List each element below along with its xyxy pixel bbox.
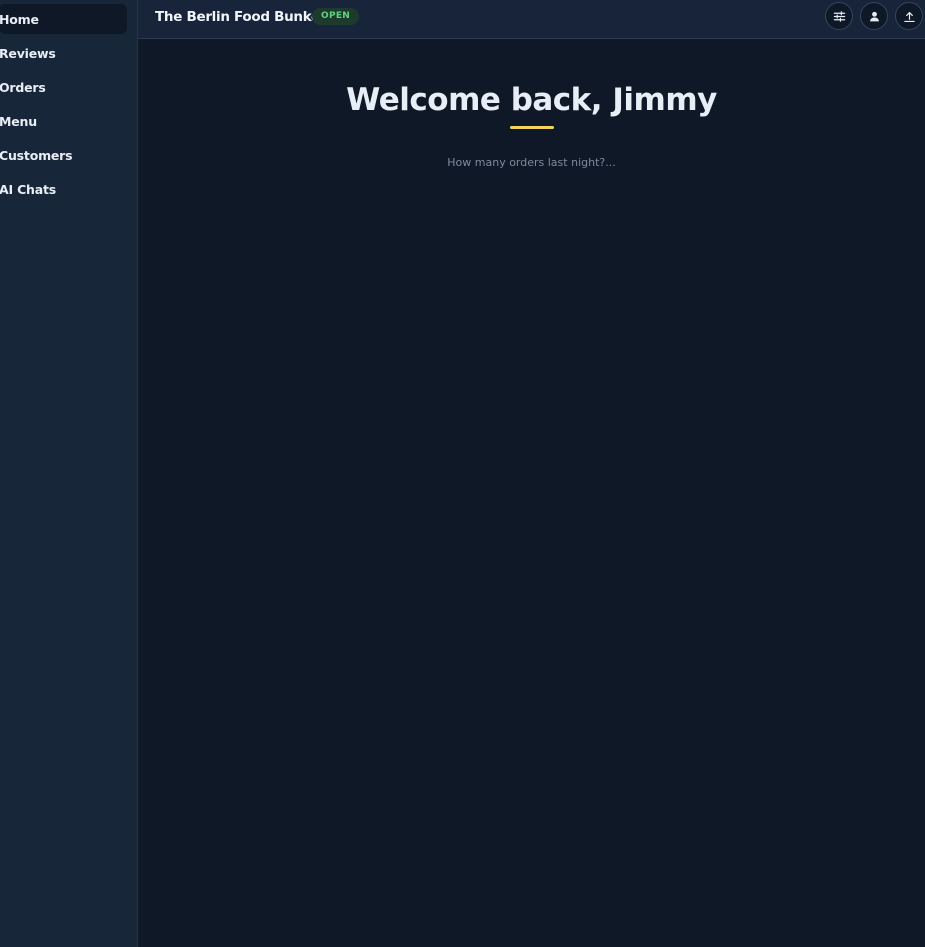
restaurant-name: The Berlin Food Bunker: [155, 9, 327, 25]
upload-icon: [903, 10, 916, 23]
welcome-section: Welcome back, Jimmy: [138, 80, 925, 170]
top-actions: [825, 2, 923, 30]
sidebar-item-menu[interactable]: Menu: [0, 106, 127, 136]
profile-button[interactable]: [860, 2, 888, 30]
user-icon: [868, 10, 881, 23]
app-window: Home Reviews Orders Menu Customers AI Ch…: [0, 0, 925, 947]
sidebar-item-ai-chats[interactable]: AI Chats: [0, 174, 127, 204]
sliders-icon: [833, 10, 846, 23]
sidebar-item-reviews[interactable]: Reviews: [0, 38, 127, 68]
filter-settings-button[interactable]: [825, 2, 853, 30]
main-content: The Berlin Food Bunker OPEN Welcome back…: [138, 0, 925, 947]
upload-button[interactable]: [895, 2, 923, 30]
sidebar: Home Reviews Orders Menu Customers AI Ch…: [0, 0, 138, 947]
welcome-title: Welcome back, Jimmy: [346, 82, 717, 118]
sidebar-item-customers[interactable]: Customers: [0, 140, 127, 170]
title-underline: [509, 126, 554, 129]
ai-prompt-input[interactable]: [349, 155, 714, 170]
status-badge: OPEN: [312, 8, 360, 25]
sidebar-item-orders[interactable]: Orders: [0, 72, 127, 102]
top-bar: The Berlin Food Bunker OPEN: [138, 0, 925, 39]
sidebar-item-home[interactable]: Home: [0, 4, 127, 34]
